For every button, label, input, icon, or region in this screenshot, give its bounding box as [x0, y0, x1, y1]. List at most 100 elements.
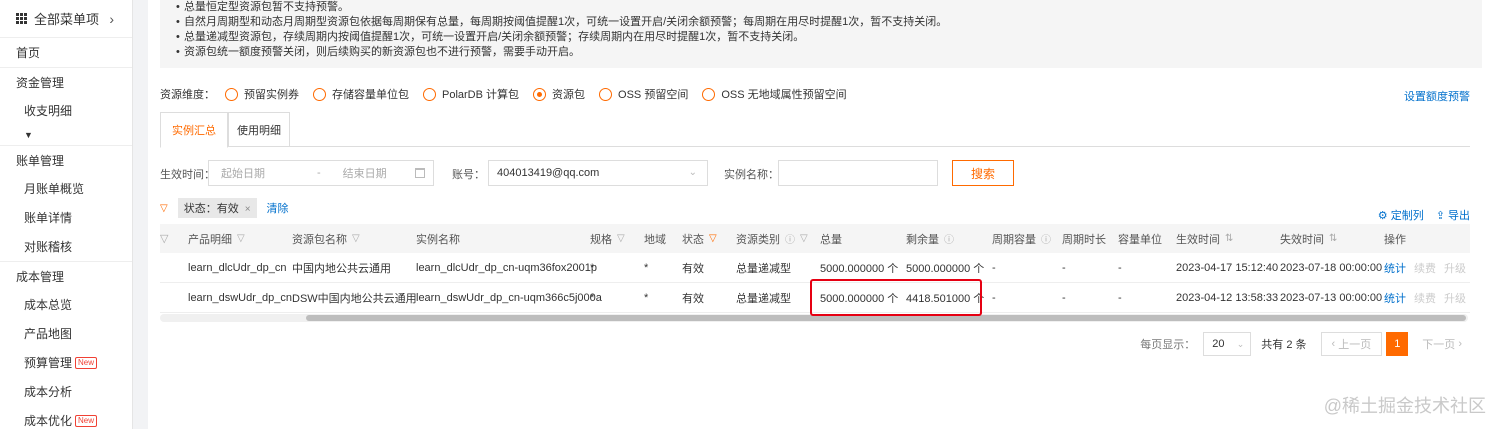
cell-total: 5000.000000 个 [820, 262, 899, 275]
export-button[interactable]: ⇪ 导出 [1436, 207, 1470, 223]
current-page[interactable]: 1 [1386, 332, 1409, 356]
stats-link[interactable]: 统计 [1384, 290, 1406, 306]
radio-icon [423, 87, 436, 101]
radio-icon [702, 87, 716, 101]
cell-total: 5000.000000 个 [820, 292, 899, 305]
radio-oss-reserved[interactable]: OSS 预留空间 [599, 86, 688, 102]
upgrade-link: 升级 [1444, 262, 1466, 275]
sidebar-item-reconciliation[interactable]: 对账稽核 [0, 232, 132, 261]
sidebar-item-cost-overview[interactable]: 成本总览 [0, 290, 132, 319]
sidebar-item-product-map[interactable]: 产品地图 [0, 319, 132, 348]
cell-status: 有效 [682, 292, 704, 305]
sidebar-group-cost[interactable]: 成本管理 [0, 261, 132, 290]
sidebar-item-cost-optimize[interactable]: 成本优化 New [0, 406, 132, 429]
col-actions: 操作 [1384, 233, 1406, 246]
caret-down-icon[interactable]: ▼ [0, 125, 132, 145]
sidebar-group-funds[interactable]: 资金管理 [0, 67, 132, 96]
filter-icon: ▽ [237, 233, 245, 244]
status-filter-chip[interactable]: 状态：有效 × [177, 198, 257, 218]
filter-active-icon: ▽ [709, 233, 717, 244]
upload-icon: ⇪ [1435, 210, 1445, 222]
quota-alert-link[interactable]: 设置额度预警 [1404, 88, 1470, 104]
chevron-right-icon: › [109, 10, 114, 27]
all-menu-label: 全部菜单项 [34, 12, 100, 27]
notice-line: 自然月周期型和动态月周期型资源包依据每周期保有总量，每周期按阈值提醒1次，可统一… [176, 15, 1482, 30]
cell-product: learn_dswUdr_dp_cn [188, 291, 292, 304]
close-icon[interactable]: × [245, 204, 251, 215]
chevron-down-icon: ⌄ [1236, 338, 1245, 349]
col-unit: 容量单位 [1118, 233, 1162, 246]
stats-link[interactable]: 统计 [1384, 260, 1406, 276]
all-menu-toggle[interactable]: 全部菜单项 › [0, 0, 132, 38]
filter-row: 生效时间： 起始日期 - 结束日期 账号： 404013419@qq.com ⌄… [160, 160, 1160, 186]
sort-icon: ⇅ [1225, 233, 1234, 244]
help-icon: ⓘ [785, 235, 795, 246]
cell-actions: 统计 续费 升级 [1384, 283, 1466, 312]
col-spec[interactable]: 规格 ▽ [590, 224, 625, 253]
sidebar: 全部菜单项 › 首页 资金管理 收支明细 ▼ 账单管理 月账单概览 账单详情 对… [0, 0, 133, 429]
clear-filter-link[interactable]: 清除 [267, 200, 289, 216]
pagination: 每页显示： 20 ⌄ 共有 2 条 ‹ 上一页 1 下一页 › [1140, 332, 1472, 356]
col-start-time[interactable]: 生效时间 ⇅ [1176, 224, 1233, 253]
cell-instance: learn_dlcUdr_dp_cn-uqm36fox2001p [416, 261, 598, 274]
chevron-down-icon: ⌄ [688, 167, 697, 178]
radio-icon [313, 87, 326, 101]
filter-icon: ▽ [352, 233, 360, 244]
cell-end: 2023-07-18 00:00:00 [1280, 261, 1383, 274]
radio-reserved-instance[interactable]: 预留实例券 [225, 86, 299, 102]
sidebar-item-budget[interactable]: 预算管理 New [0, 348, 132, 377]
cell-end: 2023-07-13 00:00:00 [1280, 291, 1383, 304]
sidebar-item-cost-analysis[interactable]: 成本分析 [0, 377, 132, 406]
col-pkg-name[interactable]: 资源包名称 ▽ [292, 224, 360, 253]
calendar-icon [415, 168, 425, 178]
cell-region: * [644, 261, 649, 274]
cell-period-len: - [1062, 291, 1066, 304]
cell-spec: * [590, 291, 595, 304]
sidebar-item-monthly-overview[interactable]: 月账单概览 [0, 174, 132, 203]
tab-instance-summary[interactable]: 实例汇总 [160, 112, 228, 148]
page-size-select[interactable]: 20 ⌄ [1203, 332, 1252, 356]
filter-icon: ▽ [800, 233, 808, 244]
next-page-button[interactable]: 下一页 › [1412, 332, 1472, 356]
horizontal-scrollbar[interactable] [160, 314, 1468, 322]
cell-category: 总量递减型 [736, 292, 791, 305]
filter-funnel-icon: ▽ [160, 202, 168, 214]
sidebar-item-transactions[interactable]: 收支明细 [0, 96, 132, 125]
cell-start: 2023-04-12 13:58:33 [1176, 291, 1279, 304]
account-label: 账号： [452, 169, 485, 181]
radio-polardb-pack[interactable]: PolarDB 计算包 [423, 86, 519, 102]
total-count: 共有 2 条 [1261, 339, 1307, 351]
notice-line: 总量递减型资源包，存续周期内按阈值提醒1次，可统一设置开启/关闭余额预警；存续周… [176, 30, 1482, 45]
col-period-len: 周期时长 [1062, 233, 1106, 246]
tab-usage-details[interactable]: 使用明细 [228, 112, 290, 147]
radio-oss-no-region[interactable]: OSS 无地域属性预留空间 [702, 86, 847, 102]
cell-category: 总量递减型 [736, 262, 791, 275]
prev-page-button[interactable]: ‹ 上一页 [1320, 332, 1383, 356]
custom-columns-button[interactable]: ⚙ 定制列 [1378, 207, 1424, 223]
sidebar-item-home[interactable]: 首页 [0, 38, 132, 67]
sidebar-group-billing[interactable]: 账单管理 [0, 145, 132, 174]
cell-status: 有效 [682, 262, 704, 275]
col-category: 资源类别 ⓘ ▽ [736, 233, 808, 246]
col-remain: 剩余量 ⓘ [906, 224, 954, 253]
table-tools: ⚙ 定制列 ⇪ 导出 [1378, 207, 1470, 223]
scrollbar-thumb[interactable] [306, 315, 1466, 321]
col-product[interactable]: 产品明细 ▽ [188, 224, 245, 253]
radio-storage-pack[interactable]: 存储容量单位包 [313, 86, 409, 102]
col-end-time[interactable]: 失效时间 ⇅ [1280, 224, 1337, 253]
help-icon: ⓘ [1041, 235, 1051, 246]
filter-icon[interactable]: ▽ [160, 224, 168, 253]
cell-remain: 5000.000000 个 [906, 262, 985, 275]
cell-start: 2023-04-17 15:12:40 [1176, 261, 1279, 274]
cell-period-cap: - [992, 291, 996, 304]
radio-resource-pack[interactable]: 资源包 [533, 86, 585, 102]
chevron-left-icon: ‹ [1331, 338, 1336, 350]
sidebar-item-bill-details[interactable]: 账单详情 [0, 203, 132, 232]
col-status[interactable]: 状态 ▽ [682, 224, 717, 253]
date-range-picker[interactable]: 起始日期 - 结束日期 [208, 160, 434, 186]
instance-name-input[interactable] [778, 160, 938, 186]
search-button[interactable]: 搜索 [952, 160, 1014, 186]
main-content: 总量恒定型资源包暂不支持预警。 自然月周期型和动态月周期型资源包依据每周期保有总… [148, 0, 1500, 429]
account-select[interactable]: 404013419@qq.com ⌄ [488, 160, 708, 186]
cell-region: * [644, 291, 649, 304]
